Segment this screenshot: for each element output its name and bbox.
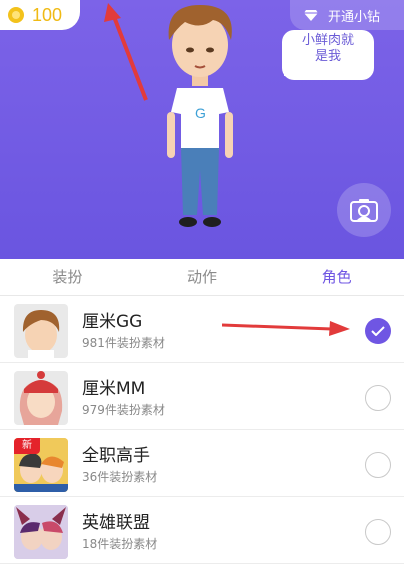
character-name: 厘米MM [82,379,146,399]
coin-count: 100 [32,4,63,25]
character-thumbnail [14,304,68,358]
vip-label: 开通小钻 [328,9,381,25]
avatar-stage: 100 开通小钻 小鲜肉就 是我 G [0,0,404,259]
character-name: 厘米GG [82,312,143,332]
select-radio[interactable] [365,385,391,411]
check-icon [371,326,385,336]
character-thumbnail [14,371,68,425]
item-count: 981件装扮素材 [82,336,165,350]
item-count: 36件装扮素材 [82,470,158,484]
character-thumbnail [14,505,68,559]
svg-text:G: G [195,105,206,121]
character-thumbnail: 新 [14,438,68,492]
diamond-icon [304,9,318,21]
tab-dress-up[interactable]: 装扮 [0,259,135,295]
tab-bar: 装扮 动作 角色 [0,259,404,296]
character-name: 英雄联盟 [82,513,150,533]
coin-icon [8,7,24,23]
tab-characters[interactable]: 角色 [269,259,404,295]
camera-button[interactable] [337,183,391,237]
coin-balance[interactable]: 100 [0,0,80,30]
item-count: 979件装扮素材 [82,403,165,417]
character-name: 全职高手 [82,446,150,466]
list-item-mm[interactable]: 厘米MM 979件装扮素材 [0,363,404,430]
tab-actions[interactable]: 动作 [135,259,270,295]
speech-bubble: 小鲜肉就 是我 [282,30,374,80]
bubble-line-1: 小鲜肉就 [301,33,354,48]
vip-button[interactable]: 开通小钻 [290,0,404,30]
select-radio[interactable] [365,452,391,478]
character-list: 厘米GG 981件装扮素材 厘米MM 979件装扮素材 新 全职高手 36件装扮… [0,296,404,564]
selected-check[interactable] [365,318,391,344]
select-radio[interactable] [365,519,391,545]
camera-icon [350,199,378,222]
annotation-arrow-right [222,321,350,336]
item-count: 18件装扮素材 [82,537,158,551]
new-badge: 新 [14,438,40,454]
bubble-line-2: 是我 [314,49,341,64]
list-item-quanzhi[interactable]: 新 全职高手 36件装扮素材 [0,430,404,497]
avatar-figure[interactable]: G [155,0,245,235]
list-item-gg[interactable]: 厘米GG 981件装扮素材 [0,296,404,363]
list-item-lol[interactable]: 英雄联盟 18件装扮素材 [0,497,404,564]
